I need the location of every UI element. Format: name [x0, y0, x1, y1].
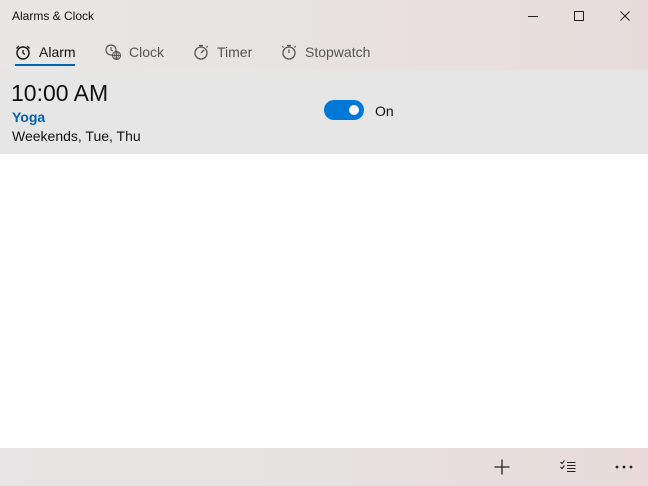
timer-icon	[192, 43, 210, 61]
close-icon	[620, 11, 630, 21]
more-options-button[interactable]	[604, 448, 644, 486]
alarm-list-empty-area	[0, 154, 648, 448]
more-ellipsis-icon	[615, 465, 633, 469]
tab-timer-label: Timer	[217, 44, 253, 60]
active-tab-indicator	[15, 64, 75, 66]
alarm-toggle-switch[interactable]	[324, 100, 364, 120]
add-alarm-button[interactable]	[482, 448, 522, 486]
toggle-knob	[349, 105, 359, 115]
window-title: Alarms & Clock	[12, 9, 95, 23]
tab-clock-label: Clock	[129, 44, 165, 60]
tab-alarm-label: Alarm	[39, 44, 76, 60]
stopwatch-icon	[280, 43, 298, 61]
close-button[interactable]	[602, 0, 648, 32]
tab-stopwatch-label: Stopwatch	[305, 44, 371, 60]
window-chrome: Alarms & Clock Alarm Clock Timer Stopwat…	[0, 0, 648, 70]
maximize-button[interactable]	[556, 0, 602, 32]
world-clock-icon	[104, 43, 122, 61]
plus-icon	[494, 459, 510, 475]
alarm-time: 10:00 AM	[11, 80, 109, 106]
minimize-button[interactable]	[510, 0, 556, 32]
alarm-repeat-days: Weekends, Tue, Thu	[12, 128, 141, 144]
select-alarms-button[interactable]	[548, 448, 588, 486]
minimize-icon	[528, 16, 538, 17]
tab-clock[interactable]: Clock	[104, 36, 164, 68]
tab-bar: Alarm Clock Timer Stopwatch	[0, 36, 648, 68]
alarm-clock-icon	[14, 43, 32, 61]
tab-stopwatch[interactable]: Stopwatch	[280, 36, 370, 68]
alarm-name: Yoga	[12, 109, 46, 125]
maximize-icon	[574, 11, 584, 21]
title-bar[interactable]: Alarms & Clock	[0, 0, 648, 32]
command-bar	[0, 448, 648, 486]
select-list-icon	[560, 460, 576, 473]
alarm-toggle-label: On	[375, 103, 394, 119]
alarm-list-item[interactable]: 10:00 AM Yoga Weekends, Tue, Thu On	[0, 70, 648, 154]
tab-timer[interactable]: Timer	[192, 36, 252, 68]
app-window: Alarms & Clock Alarm Clock Timer Stopwat…	[0, 0, 648, 486]
